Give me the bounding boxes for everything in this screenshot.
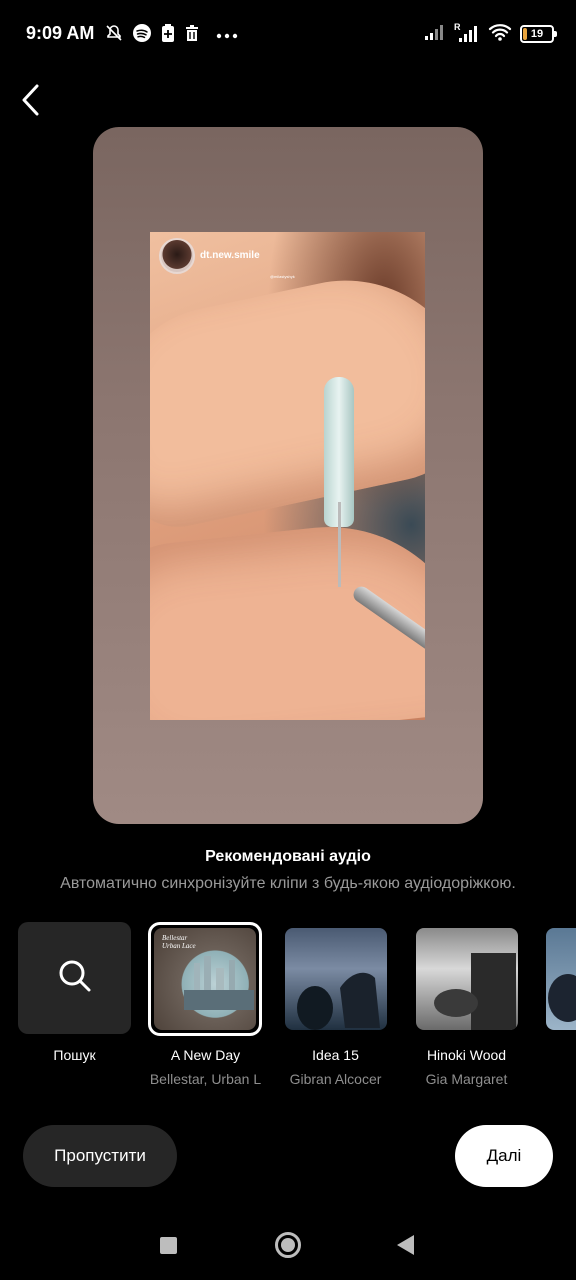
status-bar: 9:09 AM R 19	[0, 0, 576, 68]
audio-title: Hinoki Wood	[426, 1047, 507, 1063]
audio-carousel[interactable]: Пошук Bellestar Urban Lace A New Day Bel…	[0, 922, 576, 1092]
audio-title: A New Day	[170, 1047, 241, 1063]
audio-item-a-new-day[interactable]: Bellestar Urban Lace A New Day Bellestar…	[147, 922, 262, 1087]
svg-text:Urban Lace: Urban Lace	[162, 942, 196, 950]
finger-image	[150, 256, 425, 538]
signal-icon	[424, 23, 446, 46]
audio-artist: Gibran Alcocer	[289, 1071, 382, 1087]
album-art: Bellestar Urban Lace	[153, 928, 256, 1030]
trash-icon	[184, 23, 200, 48]
back-button[interactable]	[10, 82, 50, 122]
clip-frame: dt.new.smile @milastyshyk	[150, 232, 425, 720]
search-icon	[57, 958, 93, 999]
battery-icon: 19	[520, 25, 557, 43]
audio-item-partial[interactable]: Go Ma	[540, 922, 576, 1030]
battery-level: 19	[530, 28, 544, 40]
back-triangle-icon[interactable]	[397, 1235, 414, 1255]
spotify-icon	[132, 23, 152, 48]
audio-title: Idea 15	[312, 1047, 359, 1063]
recents-icon[interactable]	[160, 1237, 177, 1254]
instrument-tip	[338, 502, 341, 587]
album-art	[415, 928, 518, 1030]
clip-username: dt.new.smile	[200, 250, 260, 261]
wifi-icon	[488, 23, 512, 46]
svg-text:R: R	[454, 22, 461, 32]
search-tile[interactable]	[18, 922, 131, 1034]
roaming-signal-icon: R	[454, 21, 480, 48]
svg-text:Bellestar: Bellestar	[162, 934, 188, 942]
status-time: 9:09 AM	[26, 23, 95, 43]
system-nav-bar	[0, 1215, 576, 1275]
status-right-icons: R 19	[424, 21, 557, 48]
selected-ring: Bellestar Urban Lace	[147, 922, 262, 1036]
avatar	[159, 238, 195, 274]
recommended-audio-title: Рекомендовані аудіо	[205, 848, 371, 865]
next-button[interactable]: Далі	[455, 1125, 553, 1187]
recommended-audio-subtitle: Автоматично синхронізуйте кліпи з будь-я…	[60, 875, 516, 892]
audio-item-idea-15[interactable]: Idea 15 Gibran Alcocer	[278, 922, 393, 1087]
audio-artist: Gia Margaret	[425, 1071, 508, 1087]
clip-mention: @milastyshyk	[270, 274, 295, 279]
album-art	[546, 928, 576, 1030]
clip-preview-card[interactable]: dt.new.smile @milastyshyk	[93, 127, 483, 824]
mute-icon	[104, 23, 124, 48]
audio-search-item[interactable]: Пошук	[17, 922, 132, 1063]
more-icon	[216, 26, 238, 44]
skip-button[interactable]: Пропустити	[23, 1125, 177, 1187]
audio-artist: Bellestar, Urban L	[149, 1071, 262, 1087]
home-icon[interactable]	[275, 1232, 301, 1258]
search-label: Пошук	[53, 1047, 96, 1063]
audio-item-hinoki-wood[interactable]: Hinoki Wood Gia Margaret	[409, 922, 524, 1087]
chevron-left-icon	[20, 83, 40, 122]
album-art	[284, 928, 387, 1030]
status-left-icons	[104, 23, 238, 48]
battery-saver-icon	[160, 23, 176, 48]
